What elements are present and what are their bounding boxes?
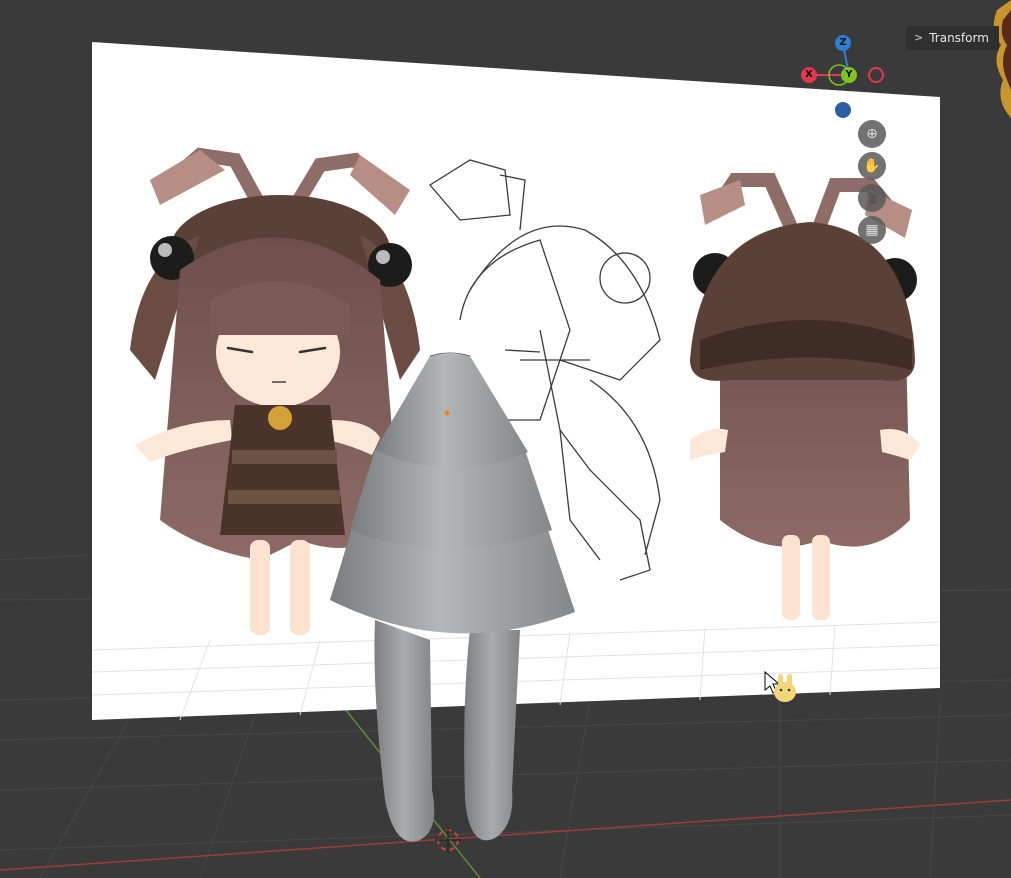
zoom-icon[interactable]: ⊕ [858, 120, 886, 148]
ornament-decoration [993, 0, 1011, 118]
gizmo-x-axis[interactable]: X [801, 67, 817, 83]
chevron-right-icon: > [914, 31, 924, 44]
gizmo-y-axis[interactable]: Y [841, 67, 857, 83]
gizmo-neg-z-axis[interactable] [835, 102, 851, 118]
gizmo-z-axis[interactable]: Z [835, 35, 851, 51]
camera-view-icon[interactable]: 🎥 [858, 184, 886, 212]
transform-panel-tab[interactable]: > Transform [906, 26, 999, 50]
grid-view-icon[interactable]: ▦ [858, 216, 886, 244]
object-origin-dot [444, 410, 450, 416]
navigation-gizmo[interactable]: Z X Y [795, 30, 895, 120]
transform-tab-label: Transform [929, 31, 989, 45]
hand-pan-icon[interactable]: ✋ [858, 152, 886, 180]
gizmo-neg-x-axis[interactable] [868, 67, 884, 83]
